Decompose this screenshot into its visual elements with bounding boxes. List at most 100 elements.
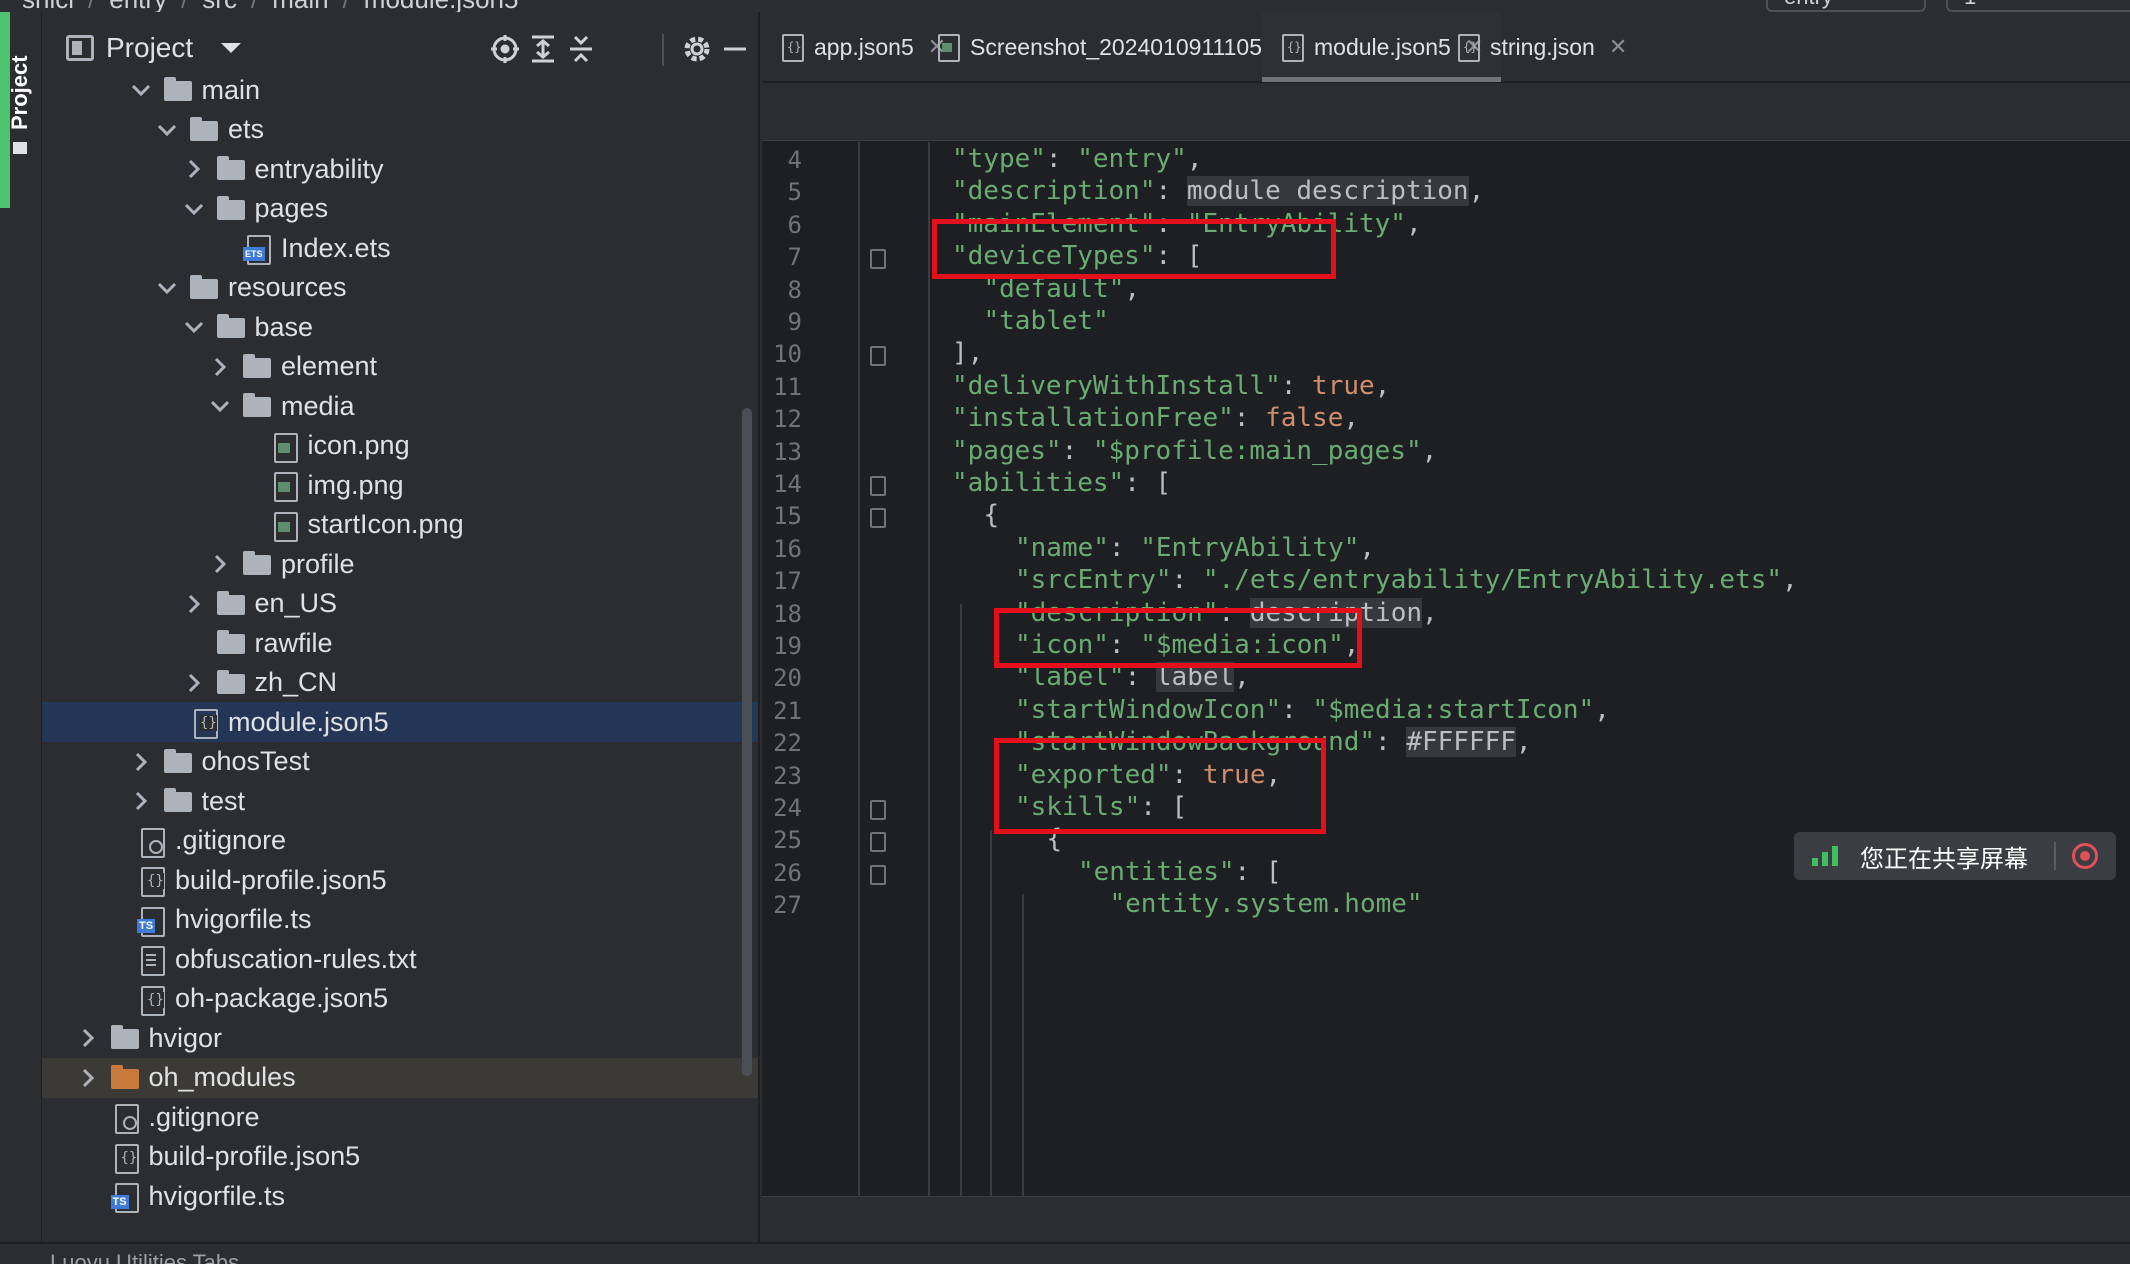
editor-tab[interactable]: string.json ✕: [1438, 12, 1645, 82]
fold-marker-icon[interactable]: [870, 832, 886, 853]
tree-item[interactable]: rawfile: [42, 623, 758, 663]
stop-share-icon[interactable]: [2072, 843, 2098, 869]
code-token: ,: [1359, 532, 1376, 563]
chevron-down-icon[interactable]: [183, 198, 205, 220]
chevron-right-icon[interactable]: [130, 790, 152, 812]
breadcrumb-item[interactable]: module.json5: [364, 0, 519, 12]
tree-scrollbar[interactable]: [742, 408, 752, 1076]
code-token: "$profile:main_pages": [1092, 435, 1422, 466]
tree-item[interactable]: main: [42, 70, 758, 110]
tree-item[interactable]: test: [42, 781, 758, 821]
run-config-label: entry: [1784, 0, 1833, 9]
tree-item[interactable]: media: [42, 386, 758, 426]
breadcrumb: shici / entry / src / main / module.json5: [22, 0, 532, 12]
code-line: "deliveryWithInstall": true,: [952, 371, 1390, 401]
collapse-all-icon: [570, 35, 592, 63]
tree-item[interactable]: hvigorfile.ts: [42, 900, 758, 940]
chevron-right-icon[interactable]: [209, 553, 231, 575]
chevron-right-icon[interactable]: [183, 593, 205, 615]
tree-item[interactable]: build-profile.json5: [42, 1137, 758, 1177]
breadcrumb-item[interactable]: src: [202, 0, 237, 12]
tree-item[interactable]: element: [42, 347, 758, 387]
tree-item[interactable]: oh_modules: [42, 1057, 758, 1098]
tree-item[interactable]: pages: [42, 189, 758, 229]
tree-item-label: icon.png: [307, 430, 410, 460]
chevron-down-icon[interactable]: [156, 119, 178, 141]
tab-label: string.json: [1490, 33, 1595, 60]
chevron-right-icon[interactable]: [183, 158, 205, 180]
chevron-down-icon[interactable]: [183, 316, 205, 338]
tree-item[interactable]: img.png: [42, 465, 758, 505]
fold-marker-icon[interactable]: [870, 800, 886, 820]
run-config-selector[interactable]: entry: [1766, 0, 1926, 12]
chevron-down-icon[interactable]: [130, 79, 152, 101]
code-token: :: [1045, 144, 1078, 174]
json-file-icon: [137, 867, 167, 897]
tree-item[interactable]: startIcon.png: [42, 505, 758, 545]
expand-all-button[interactable]: [526, 32, 560, 66]
fold-marker-icon[interactable]: [870, 476, 886, 496]
tree-item[interactable]: ets: [42, 110, 758, 150]
fold-marker-icon[interactable]: [870, 864, 886, 885]
tree-item[interactable]: obfuscation-rules.txt: [42, 939, 758, 979]
tree-item[interactable]: ohosTest: [42, 742, 758, 782]
tree-item[interactable]: base: [42, 307, 758, 347]
tree-item[interactable]: profile: [42, 544, 758, 584]
typescript-file-icon: [137, 906, 167, 937]
gitignore-file-icon: [137, 827, 167, 858]
line-number: 14: [773, 470, 802, 498]
code-view[interactable]: 4 5 6 7 8 9 10 11 12 13 14 15 16 17 18 19 20 21 22 23 24 25 26…: [762, 142, 2130, 1206]
tree-item-label: startIcon.png: [307, 509, 464, 539]
collapse-all-button[interactable]: [564, 32, 598, 66]
chevron-right-icon[interactable]: [183, 672, 205, 694]
code-token: "pages": [952, 435, 1062, 466]
code-token: "tablet": [983, 306, 1109, 336]
tree-item[interactable]: icon.png: [42, 426, 758, 466]
tree-item[interactable]: Index.ets: [42, 228, 758, 268]
tree-item[interactable]: build-profile.json5: [42, 860, 758, 900]
fold-marker-icon[interactable]: [870, 249, 886, 270]
tree-item-label: profile: [281, 548, 355, 579]
breadcrumb-item[interactable]: main: [272, 0, 328, 12]
line-number: 11: [773, 372, 802, 401]
folder-icon: [190, 274, 220, 301]
tree-item[interactable]: hvigorfile.ts: [42, 1176, 758, 1216]
chevron-right-icon[interactable]: [77, 1067, 99, 1089]
tree-item[interactable]: .gitignore: [42, 1097, 758, 1137]
tree-item-label: .gitignore: [175, 825, 287, 855]
header-divider: [662, 34, 664, 66]
code-token: "deliveryWithInstall": [952, 370, 1281, 401]
breadcrumb-item[interactable]: shici: [22, 0, 74, 12]
tree-item[interactable]: en_US: [42, 584, 758, 624]
tree-item[interactable]: oh-package.json5: [42, 979, 758, 1019]
fold-marker-icon[interactable]: [870, 346, 886, 367]
code-token: ,: [1343, 403, 1360, 434]
line-number: 18: [773, 599, 802, 628]
minimize-button[interactable]: [718, 32, 752, 66]
tree-item[interactable]: resources: [42, 268, 758, 308]
folder-icon: [13, 142, 27, 154]
locate-button[interactable]: [488, 32, 522, 66]
tree-item[interactable]: .gitignore: [42, 821, 758, 861]
chevron-right-icon[interactable]: [209, 356, 231, 378]
fold-marker-icon[interactable]: [870, 508, 886, 529]
code-line: {: [984, 500, 1000, 530]
chevron-right-icon[interactable]: [130, 751, 152, 773]
code-token: :: [1280, 370, 1313, 401]
tree-item[interactable]: module.json5: [42, 702, 758, 742]
project-tool-button[interactable]: Project: [7, 42, 37, 162]
settings-button[interactable]: [680, 32, 714, 66]
json-file-icon: [780, 34, 804, 62]
folder-icon: [216, 590, 247, 617]
code-token: "entities": [1078, 856, 1235, 887]
breadcrumb-item[interactable]: entry: [109, 0, 167, 12]
chevron-down-icon[interactable]: [209, 395, 231, 417]
device-selector[interactable]: 1: [1946, 0, 2130, 12]
chevron-right-icon[interactable]: [77, 1027, 99, 1049]
tree-item[interactable]: hvigor: [42, 1018, 758, 1058]
tree-item[interactable]: entryability: [42, 149, 758, 189]
tree-item[interactable]: zh_CN: [42, 663, 758, 703]
chevron-down-icon[interactable]: [156, 277, 178, 299]
close-icon[interactable]: ✕: [1609, 34, 1627, 60]
project-view-selector[interactable]: Project: [66, 32, 242, 64]
